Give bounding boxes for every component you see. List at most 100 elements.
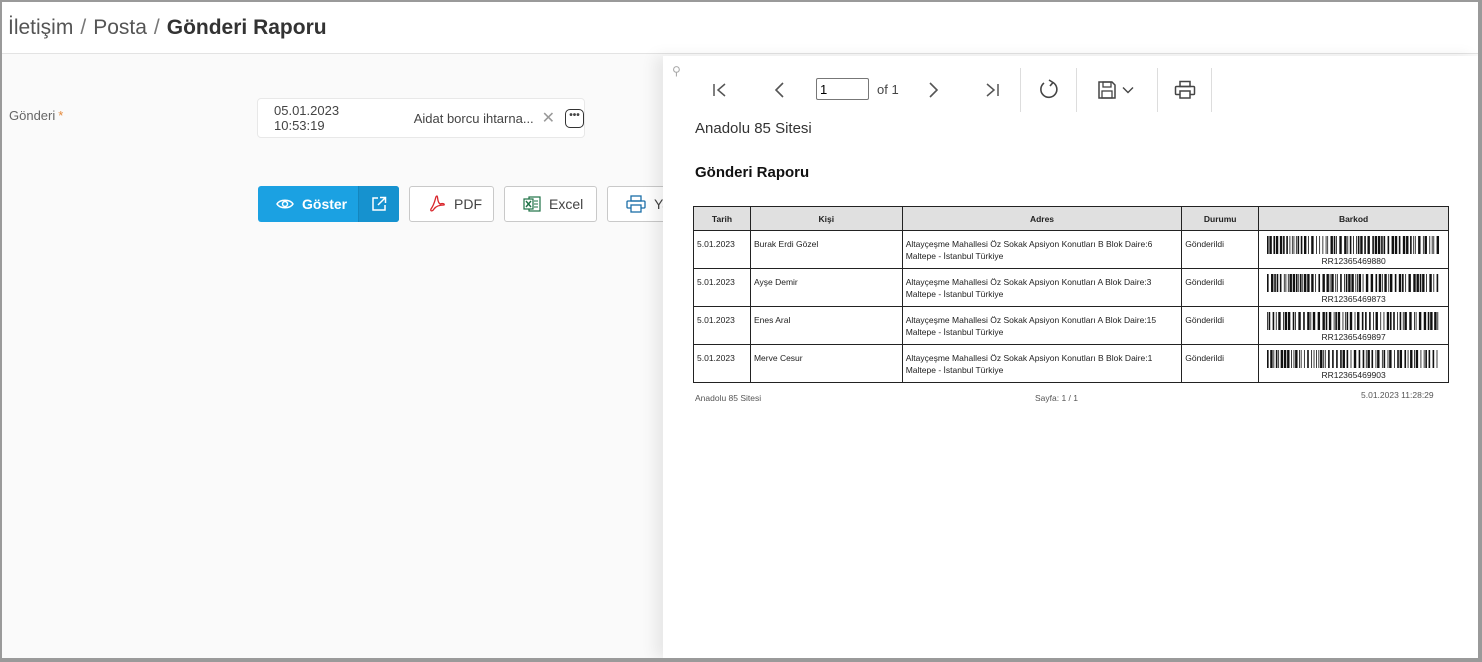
barcode-bar [1288,312,1291,330]
barcode-bar [1276,312,1277,330]
barcode-bar [1416,274,1420,292]
last-page-button[interactable] [978,76,1006,104]
barcode-bar [1307,274,1310,292]
barcode-bar [1304,274,1307,292]
barcode-bar [1310,312,1312,330]
barcode-bar [1273,350,1275,368]
barcode-bar [1414,312,1416,330]
open-external-button[interactable] [358,186,399,222]
first-page-icon [713,83,726,97]
save-format-dropdown[interactable] [1119,76,1137,104]
barcode-bar [1283,236,1285,254]
barcode-bar [1362,312,1364,330]
save-button[interactable] [1093,76,1121,104]
barcode-bar [1311,350,1313,368]
barcode-bar [1431,236,1433,254]
lookup-date-value: 05.01.2023 10:53:19 [274,103,340,133]
address-line: Altayçeşme Mahallesi Öz Sokak Apsiyon Ko… [905,315,1157,325]
pdf-icon [430,195,445,212]
barcode-image [1267,274,1439,292]
barcode-bar [1297,236,1300,254]
barcode-bar [1320,350,1323,368]
barcode-cell: RR12365469880 [1258,230,1449,269]
barcode-bar [1300,236,1303,254]
barcode-bar [1276,274,1279,292]
barcode-bar [1378,236,1381,254]
barcode-bar [1383,236,1386,254]
show-button[interactable]: Göster [258,186,358,222]
barcode-bar [1335,312,1338,330]
barcode-bar [1284,312,1288,330]
clear-icon[interactable]: ✕ [542,108,555,128]
barcode-bar [1369,312,1371,330]
barcode-bar [1381,236,1383,254]
page-number-input[interactable] [816,78,869,100]
more-options-icon[interactable]: ••• [565,108,584,128]
address-line: Maltepe - İstanbul Türkiye [905,289,1004,299]
eye-icon [276,199,294,209]
barcode-bar [1415,236,1416,254]
prev-page-button[interactable] [766,76,794,104]
barcode-bar [1340,274,1342,292]
excel-button[interactable]: Excel [504,186,597,222]
barcode-bar [1311,236,1314,254]
date-cell: 5.01.2023 [693,230,751,269]
status-cell: Gönderildi [1181,230,1260,269]
barcode-bar [1280,236,1283,254]
next-page-button[interactable] [919,76,947,104]
barcode-bar [1293,350,1295,368]
barcode-bar [1307,350,1309,368]
pdf-button[interactable]: PDF [409,186,494,222]
breadcrumb-item-posta[interactable]: Posta [93,16,147,40]
person-cell: Merve Cesur [749,344,903,383]
barcode-number: RR12365469897 [1321,332,1386,342]
address-line: Altayçeşme Mahallesi Öz Sokak Apsiyon Ko… [905,239,1153,249]
barcode-bar [1424,236,1428,254]
breadcrumb: İletişim / Posta / Gönderi Raporu [2,2,1478,54]
barcode-bar [1420,350,1422,368]
barcode-bar [1337,274,1338,292]
barcode-bar [1397,350,1400,368]
barcode-bar [1427,312,1430,330]
viewer-print-button[interactable] [1171,76,1199,104]
barcode-bar [1342,312,1344,330]
excel-icon [523,196,541,212]
table-row: 5.01.2023 Enes Aral Altayçeşme Mahallesi… [693,306,1449,345]
refresh-button[interactable] [1035,76,1063,104]
gonderi-lookup-field[interactable]: 05.01.2023 10:53:19 Aidat borcu ihtarna.… [257,98,585,138]
barcode-bar [1328,350,1330,368]
address-cell: Altayçeşme Mahallesi Öz Sokak Apsiyon Ko… [901,306,1183,345]
address-line: Maltepe - İstanbul Türkiye [905,327,1004,337]
barcode-bar [1313,312,1316,330]
barcode-bar [1353,350,1357,368]
barcode-bar [1288,274,1289,292]
barcode-bar [1366,274,1369,292]
barcode-bar [1390,312,1392,330]
barcode-bar [1322,274,1326,292]
address-cell: Altayçeşme Mahallesi Öz Sokak Apsiyon Ko… [901,230,1183,269]
barcode-bar [1354,312,1356,330]
barcode-bar [1383,312,1385,330]
report-viewer: ⚲ of 1 [663,56,1478,658]
barcode-bar [1346,312,1349,330]
barcode-bar [1299,350,1301,368]
table-header-row: Tarih Kişi Adres Durumu Barkod [693,206,1449,231]
barcode-bar [1335,274,1337,292]
barcode-bar [1337,312,1341,330]
barcode-bar [1292,312,1295,330]
barcode-bar [1419,274,1422,292]
excel-button-label: Excel [549,196,584,212]
barcode-bar [1308,236,1309,254]
barcode-bar [1432,350,1435,368]
barcode-bar [1333,236,1336,254]
save-icon [1098,81,1116,99]
address-cell: Altayçeşme Mahallesi Öz Sokak Apsiyon Ko… [901,268,1183,307]
barcode-bar [1319,236,1321,254]
barcode-bar [1274,274,1277,292]
barcode-bar [1327,236,1329,254]
barcode-bar [1317,312,1321,330]
gonderi-label: Gönderi * [9,108,63,123]
barcode-bar [1296,274,1298,292]
first-page-button[interactable] [706,76,734,104]
breadcrumb-item-iletisim[interactable]: İletişim [8,16,73,40]
